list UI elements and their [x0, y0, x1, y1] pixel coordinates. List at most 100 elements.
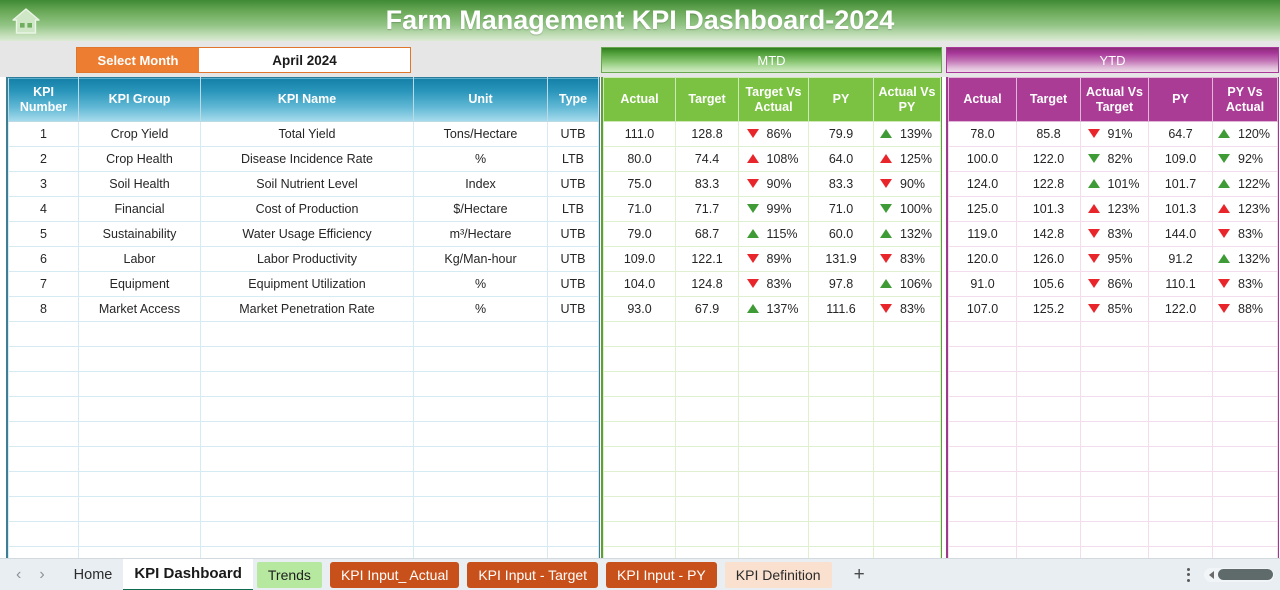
scrollbar-thumb[interactable]	[1218, 569, 1273, 580]
cell-empty[interactable]	[874, 447, 941, 472]
cell-empty[interactable]	[676, 472, 739, 497]
cell-empty[interactable]	[1081, 347, 1149, 372]
sheet-tab-kpi-input-py[interactable]: KPI Input - PY	[606, 562, 717, 588]
sheet-tab-kpi-definition[interactable]: KPI Definition	[725, 562, 832, 588]
cell-empty[interactable]	[1017, 372, 1081, 397]
table-row-empty[interactable]	[604, 347, 941, 372]
table-row-empty[interactable]	[949, 472, 1278, 497]
col-header-mtd-actual[interactable]: Actual	[604, 78, 676, 122]
cell-empty[interactable]	[949, 372, 1017, 397]
col-header-kpi-number[interactable]: KPI Number	[9, 78, 79, 122]
table-row[interactable]: 8Market AccessMarket Penetration Rate%UT…	[9, 297, 599, 322]
cell-empty[interactable]	[1081, 322, 1149, 347]
cell-empty[interactable]	[414, 522, 548, 547]
cell-empty[interactable]	[739, 347, 809, 372]
cell-empty[interactable]	[874, 372, 941, 397]
cell-empty[interactable]	[414, 397, 548, 422]
select-month-control[interactable]: Select Month April 2024	[76, 47, 411, 73]
cell-empty[interactable]	[79, 472, 201, 497]
table-row[interactable]: 3Soil HealthSoil Nutrient LevelIndexUTB	[9, 172, 599, 197]
cell-empty[interactable]	[604, 322, 676, 347]
table-row-empty[interactable]	[949, 422, 1278, 447]
cell-empty[interactable]	[1149, 422, 1213, 447]
cell-empty[interactable]	[414, 372, 548, 397]
table-row[interactable]: 91.0105.686%110.183%	[949, 272, 1278, 297]
cell-empty[interactable]	[676, 422, 739, 447]
cell-empty[interactable]	[809, 472, 874, 497]
table-row-empty[interactable]	[604, 472, 941, 497]
cell-empty[interactable]	[1017, 497, 1081, 522]
cell-empty[interactable]	[949, 522, 1017, 547]
cell-empty[interactable]	[9, 422, 79, 447]
cell-empty[interactable]	[9, 397, 79, 422]
sheet-tab-kpi-input-actual[interactable]: KPI Input_ Actual	[330, 562, 459, 588]
cell-empty[interactable]	[676, 397, 739, 422]
table-row-empty[interactable]	[604, 497, 941, 522]
cell-empty[interactable]	[1213, 347, 1278, 372]
cell-empty[interactable]	[9, 522, 79, 547]
cell-empty[interactable]	[1081, 447, 1149, 472]
cell-empty[interactable]	[9, 497, 79, 522]
table-row-empty[interactable]	[604, 522, 941, 547]
table-row-empty[interactable]	[949, 347, 1278, 372]
cell-empty[interactable]	[949, 397, 1017, 422]
cell-empty[interactable]	[548, 322, 599, 347]
cell-empty[interactable]	[414, 347, 548, 372]
cell-empty[interactable]	[548, 347, 599, 372]
cell-empty[interactable]	[1213, 522, 1278, 547]
cell-empty[interactable]	[548, 472, 599, 497]
cell-empty[interactable]	[874, 422, 941, 447]
cell-empty[interactable]	[1149, 397, 1213, 422]
cell-empty[interactable]	[809, 497, 874, 522]
cell-empty[interactable]	[414, 497, 548, 522]
cell-empty[interactable]	[1081, 422, 1149, 447]
cell-empty[interactable]	[604, 397, 676, 422]
cell-empty[interactable]	[809, 422, 874, 447]
cell-empty[interactable]	[739, 522, 809, 547]
table-row-empty[interactable]	[949, 497, 1278, 522]
cell-empty[interactable]	[809, 372, 874, 397]
cell-empty[interactable]	[201, 522, 414, 547]
table-row[interactable]: 104.0124.883%97.8106%	[604, 272, 941, 297]
table-row-empty[interactable]	[9, 372, 599, 397]
cell-empty[interactable]	[949, 322, 1017, 347]
col-header-ytd-py-vs-actual[interactable]: PY Vs Actual	[1213, 78, 1278, 122]
table-row[interactable]: 4FinancialCost of Production$/HectareLTB	[9, 197, 599, 222]
cell-empty[interactable]	[739, 497, 809, 522]
cell-empty[interactable]	[676, 372, 739, 397]
table-row-empty[interactable]	[604, 447, 941, 472]
cell-empty[interactable]	[604, 347, 676, 372]
table-row-empty[interactable]	[949, 447, 1278, 472]
cell-empty[interactable]	[548, 522, 599, 547]
cell-empty[interactable]	[874, 472, 941, 497]
cell-empty[interactable]	[1213, 497, 1278, 522]
cell-empty[interactable]	[1213, 422, 1278, 447]
cell-empty[interactable]	[1213, 472, 1278, 497]
table-row[interactable]: 80.074.4108%64.0125%	[604, 147, 941, 172]
cell-empty[interactable]	[1017, 522, 1081, 547]
cell-empty[interactable]	[1213, 397, 1278, 422]
cell-empty[interactable]	[874, 497, 941, 522]
cell-empty[interactable]	[604, 372, 676, 397]
cell-empty[interactable]	[201, 347, 414, 372]
table-row-empty[interactable]	[949, 322, 1278, 347]
col-header-ytd-actual-vs-target[interactable]: Actual Vs Target	[1081, 78, 1149, 122]
table-row-empty[interactable]	[604, 322, 941, 347]
cell-empty[interactable]	[201, 397, 414, 422]
cell-empty[interactable]	[809, 522, 874, 547]
cell-empty[interactable]	[604, 472, 676, 497]
table-row-empty[interactable]	[949, 372, 1278, 397]
cell-empty[interactable]	[739, 422, 809, 447]
selected-month-value[interactable]: April 2024	[199, 48, 410, 72]
cell-empty[interactable]	[1213, 322, 1278, 347]
table-row-empty[interactable]	[604, 372, 941, 397]
chevron-right-icon[interactable]: ›	[39, 566, 44, 584]
col-header-ytd-py[interactable]: PY	[1149, 78, 1213, 122]
table-row[interactable]: 100.0122.082%109.092%	[949, 147, 1278, 172]
cell-empty[interactable]	[548, 497, 599, 522]
cell-empty[interactable]	[414, 322, 548, 347]
cell-empty[interactable]	[604, 497, 676, 522]
cell-empty[interactable]	[874, 347, 941, 372]
cell-empty[interactable]	[1149, 322, 1213, 347]
cell-empty[interactable]	[9, 372, 79, 397]
